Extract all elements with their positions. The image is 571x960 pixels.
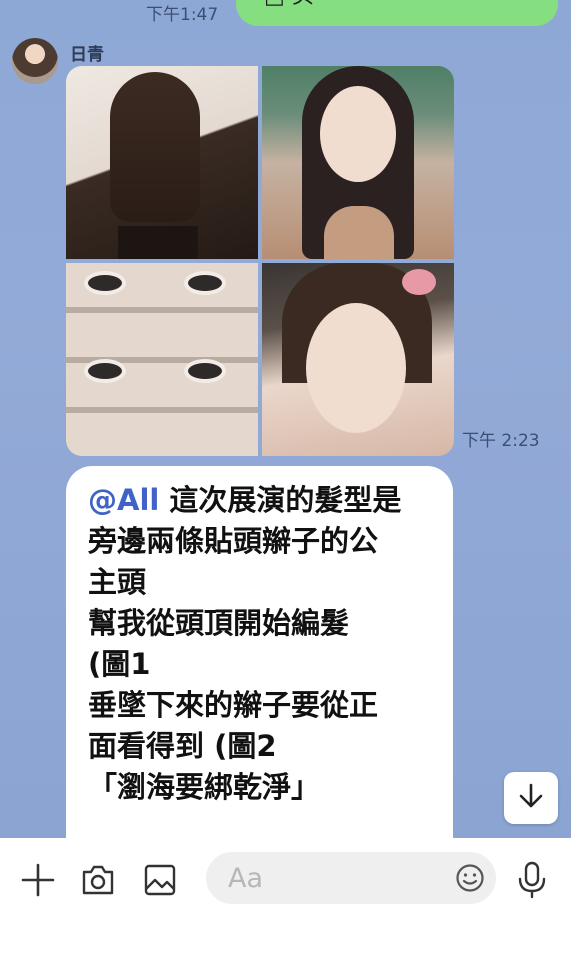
image-icon[interactable] [140,860,180,900]
microphone-icon[interactable] [512,858,552,902]
photo-message-time: 下午 2:23 [462,431,540,451]
message-body: 這次展演的髮型是 旁邊兩條貼頭辮子的公 主頭 幫我從頭頂開始編髮 (圖1 垂墜下… [88,483,402,804]
photo-braided-hair-back[interactable] [66,66,258,259]
mention-all[interactable]: @All [88,483,159,517]
sender-avatar[interactable] [12,38,58,84]
emoji-icon[interactable] [454,862,486,894]
camera-icon[interactable] [78,860,118,900]
scroll-to-bottom-button[interactable] [504,772,558,824]
incoming-text-bubble[interactable]: @All 這次展演的髮型是 旁邊兩條貼頭辮子的公 主頭 幫我從頭頂開始編髮 (圖… [66,466,453,838]
message-text: @All 這次展演的髮型是 旁邊兩條貼頭辮子的公 主頭 幫我從頭頂開始編髮 (圖… [88,480,438,808]
message-input[interactable]: Aa [206,852,496,904]
sender-name[interactable]: 日青 [70,40,104,65]
photo-princess-braids-front[interactable] [262,66,454,259]
arrow-down-icon [517,782,545,814]
message-input-placeholder: Aa [228,863,264,894]
chat-area[interactable]: 下午1:47 □ 头 日青 下午 2:23 @All 這次展演的髮型是 旁邊兩條… [0,0,571,838]
previous-message-fragment: □ 头 [264,0,314,10]
photo-eye-makeup-reference[interactable] [66,263,258,456]
plus-icon[interactable] [18,860,58,900]
photo-makeup-portrait[interactable] [262,263,454,456]
previous-message-time: 下午1:47 [146,5,219,25]
previous-outgoing-bubble[interactable]: □ 头 [236,0,558,26]
photo-grid[interactable] [66,66,454,456]
message-input-bar: Aa [0,838,571,960]
